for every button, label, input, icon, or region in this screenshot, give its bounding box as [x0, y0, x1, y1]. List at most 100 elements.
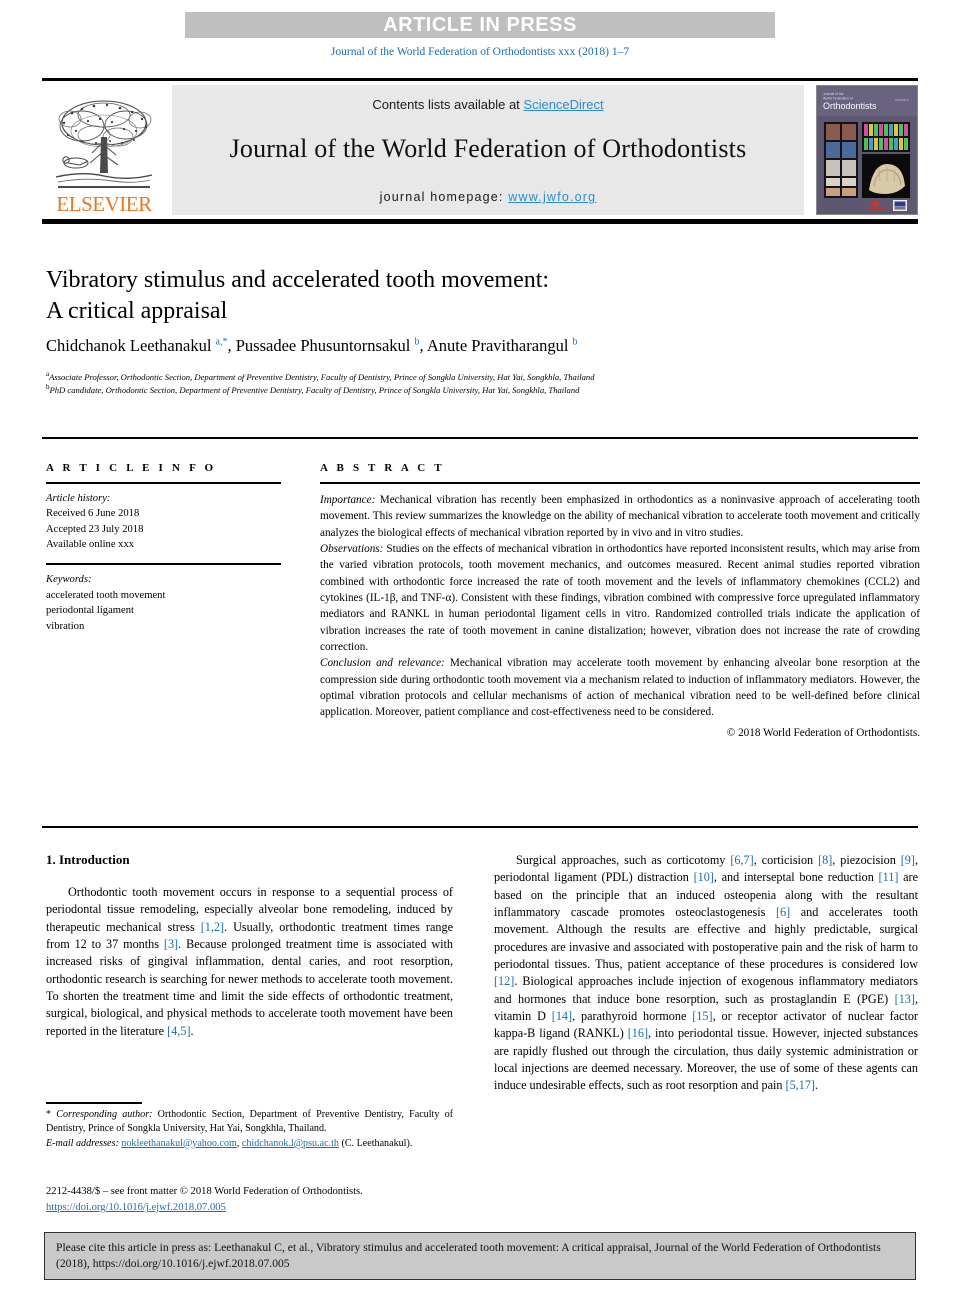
svg-text:Vol 00 No 0: Vol 00 No 0	[895, 98, 909, 102]
article-info-rule	[46, 482, 281, 484]
email-link-primary[interactable]: nokleethanakul@yahoo.com	[121, 1138, 237, 1149]
article-received-date: Received 6 June 2018	[46, 508, 140, 520]
paragraph-text: . Biological approaches include injectio…	[494, 974, 918, 1006]
email-addresses-label: E-mail addresses:	[46, 1137, 119, 1149]
affiliation-a: aAssociate Professor, Orthodontic Sectio…	[46, 370, 595, 382]
body-column-left: 1. Introduction Orthodontic tooth moveme…	[46, 852, 453, 1040]
elsevier-tree-icon	[55, 100, 153, 188]
paragraph-text: , and interseptal bone reduction	[713, 870, 879, 885]
footnote-asterisk: *	[46, 1109, 52, 1120]
abstract-importance-text: Mechanical vibration has recently been e…	[320, 494, 920, 539]
svg-text:Orthodontists: Orthodontists	[823, 101, 877, 111]
journal-title: Journal of the World Federation of Ortho…	[229, 134, 747, 163]
title-line-2: A critical appraisal	[46, 297, 228, 324]
citation-reference[interactable]: [8]	[818, 853, 832, 867]
citation-reference[interactable]: [6,7]	[730, 853, 753, 867]
page-title: Vibratory stimulus and accelerated tooth…	[46, 265, 846, 326]
keywords-label: Keywords:	[46, 574, 92, 586]
article-history-label: Article history:	[46, 493, 111, 504]
issn-line: 2212-4438/$ – see front matter © 2018 Wo…	[46, 1186, 363, 1197]
citation-reference[interactable]: [14]	[552, 1009, 572, 1023]
keyword-item: accelerated tooth movement	[46, 589, 166, 601]
abstract-rule	[320, 482, 920, 484]
corresponding-author-label: Corresponding author:	[56, 1109, 153, 1120]
paper-page: ARTICLE IN PRESS Journal of the World Fe…	[0, 0, 960, 1290]
masthead-top-rule	[42, 78, 918, 81]
elsevier-logo: ELSEVIER	[48, 85, 160, 215]
journal-homepage-prefix: journal homepage:	[379, 190, 509, 204]
doi-link[interactable]: https://doi.org/10.1016/j.ejwf.2018.07.0…	[46, 1202, 226, 1213]
abstract-importance-label: Importance:	[320, 494, 376, 506]
citation-reference[interactable]: [9]	[901, 853, 915, 867]
title-line-1: Vibratory stimulus and accelerated tooth…	[46, 267, 550, 293]
abstract-column: A B S T R A C T Importance: Mechanical v…	[320, 462, 920, 739]
journal-homepage-line: journal homepage: www.jwfo.org	[380, 190, 597, 204]
article-info-column: A R T I C L E I N F O Article history: R…	[46, 462, 281, 634]
paragraph-text: Surgical approaches, such as corticotomy	[516, 853, 731, 867]
sciencedirect-link[interactable]: ScienceDirect	[523, 97, 603, 112]
affiliation-a-text: Associate Professor, Orthodontic Section…	[49, 371, 595, 382]
paragraph-text: .	[814, 1078, 819, 1093]
journal-cover-image: Journal of the World Federation of Ortho…	[817, 86, 917, 214]
abstract-copyright: © 2018 World Federation of Orthodontists…	[726, 726, 920, 739]
paragraph-text: , piezocision	[832, 853, 901, 867]
abstract-observations-label: Observations:	[320, 543, 384, 556]
article-history-block: Article history: Received 6 June 2018 Ac…	[46, 491, 281, 552]
article-accepted-date: Accepted 23 July 2018	[46, 523, 144, 535]
journal-homepage-link[interactable]: www.jwfo.org	[508, 190, 596, 204]
email-suffix: (C. Leethanakul).	[338, 1137, 413, 1149]
surgical-approaches-paragraph: Surgical approaches, such as corticotomy…	[494, 852, 918, 1095]
body-column-right: Surgical approaches, such as corticotomy…	[494, 852, 918, 1095]
citation-reference[interactable]: [11]	[879, 870, 899, 884]
citation-reference[interactable]: [5,17]	[786, 1078, 815, 1092]
article-in-press-label: ARTICLE IN PRESS	[383, 13, 577, 36]
paragraph-text: , parathyroid hormone	[572, 1008, 693, 1023]
article-in-press-banner: ARTICLE IN PRESS	[185, 12, 775, 38]
keywords-block: Keywords: accelerated tooth movement per…	[46, 572, 281, 633]
contents-lists-prefix: Contents lists available at	[372, 97, 524, 112]
masthead-box: Contents lists available at ScienceDirec…	[172, 85, 804, 215]
elsevier-wordmark: ELSEVIER	[56, 192, 152, 216]
article-info-heading: A R T I C L E I N F O	[46, 462, 217, 474]
citation-reference[interactable]: [3]	[164, 937, 178, 951]
citation-reference[interactable]: [6]	[776, 905, 790, 919]
citation-reference[interactable]: [13]	[895, 992, 915, 1006]
cite-this-article-text: Please cite this article in press as: Le…	[56, 1241, 881, 1271]
issn-block: 2212-4438/$ – see front matter © 2018 Wo…	[46, 1184, 476, 1216]
title-bottom-rule	[42, 437, 918, 439]
journal-cover-thumbnail: Journal of the World Federation of Ortho…	[816, 85, 918, 215]
paragraph-text: . Because prolonged treatment time is as…	[46, 936, 453, 1038]
paragraph-text: , corticision	[753, 853, 819, 867]
contents-lists-line: Contents lists available at ScienceDirec…	[372, 97, 603, 112]
journal-reference-line: Journal of the World Federation of Ortho…	[330, 46, 630, 58]
citation-reference[interactable]: [15]	[692, 1009, 712, 1023]
citation-reference[interactable]: [12]	[494, 974, 514, 988]
affiliation-b-text: PhD candidate, Orthodontic Section, Depa…	[49, 384, 580, 395]
section-heading-introduction: 1. Introduction	[46, 852, 130, 867]
affiliation-b: bPhD candidate, Orthodontic Section, Dep…	[46, 383, 580, 395]
keyword-item: vibration	[46, 620, 85, 632]
citation-reference[interactable]: [16]	[628, 1026, 648, 1040]
corresponding-author-footnote: * Corresponding author: Orthodontic Sect…	[46, 1108, 453, 1151]
citation-reference[interactable]: [4,5]	[167, 1024, 190, 1038]
abstract-conclusion-label: Conclusion and relevance:	[320, 657, 445, 670]
email-link-secondary[interactable]: chidchanok.l@psu.ac.th	[242, 1138, 339, 1149]
svg-text:Journal of the: Journal of the	[823, 92, 844, 96]
masthead-bottom-rule	[42, 219, 918, 224]
abstract-heading: A B S T R A C T	[320, 462, 445, 474]
keywords-rule	[46, 563, 281, 566]
abstract-bottom-rule	[42, 826, 918, 828]
keyword-item: periodontal ligament	[46, 605, 134, 617]
affiliations: aAssociate Professor, Orthodontic Sectio…	[46, 370, 806, 396]
author-list: Chidchanok Leethanakul a,*, Pussadee Phu…	[46, 336, 578, 355]
introduction-paragraph: Orthodontic tooth movement occurs in res…	[46, 884, 453, 1040]
citation-reference[interactable]: [1,2]	[201, 920, 224, 934]
footnote-rule	[46, 1102, 142, 1104]
svg-text:World Federation of: World Federation of	[823, 97, 853, 101]
abstract-observations-text: Studies on the effects of mechanical vib…	[320, 543, 920, 654]
cite-this-article-box: Please cite this article in press as: Le…	[44, 1232, 916, 1280]
article-available-online: Available online xxx	[46, 539, 135, 551]
abstract-body: Importance: Mechanical vibration has rec…	[320, 492, 920, 721]
paragraph-text: .	[190, 1023, 194, 1038]
citation-reference[interactable]: [10]	[694, 870, 714, 884]
